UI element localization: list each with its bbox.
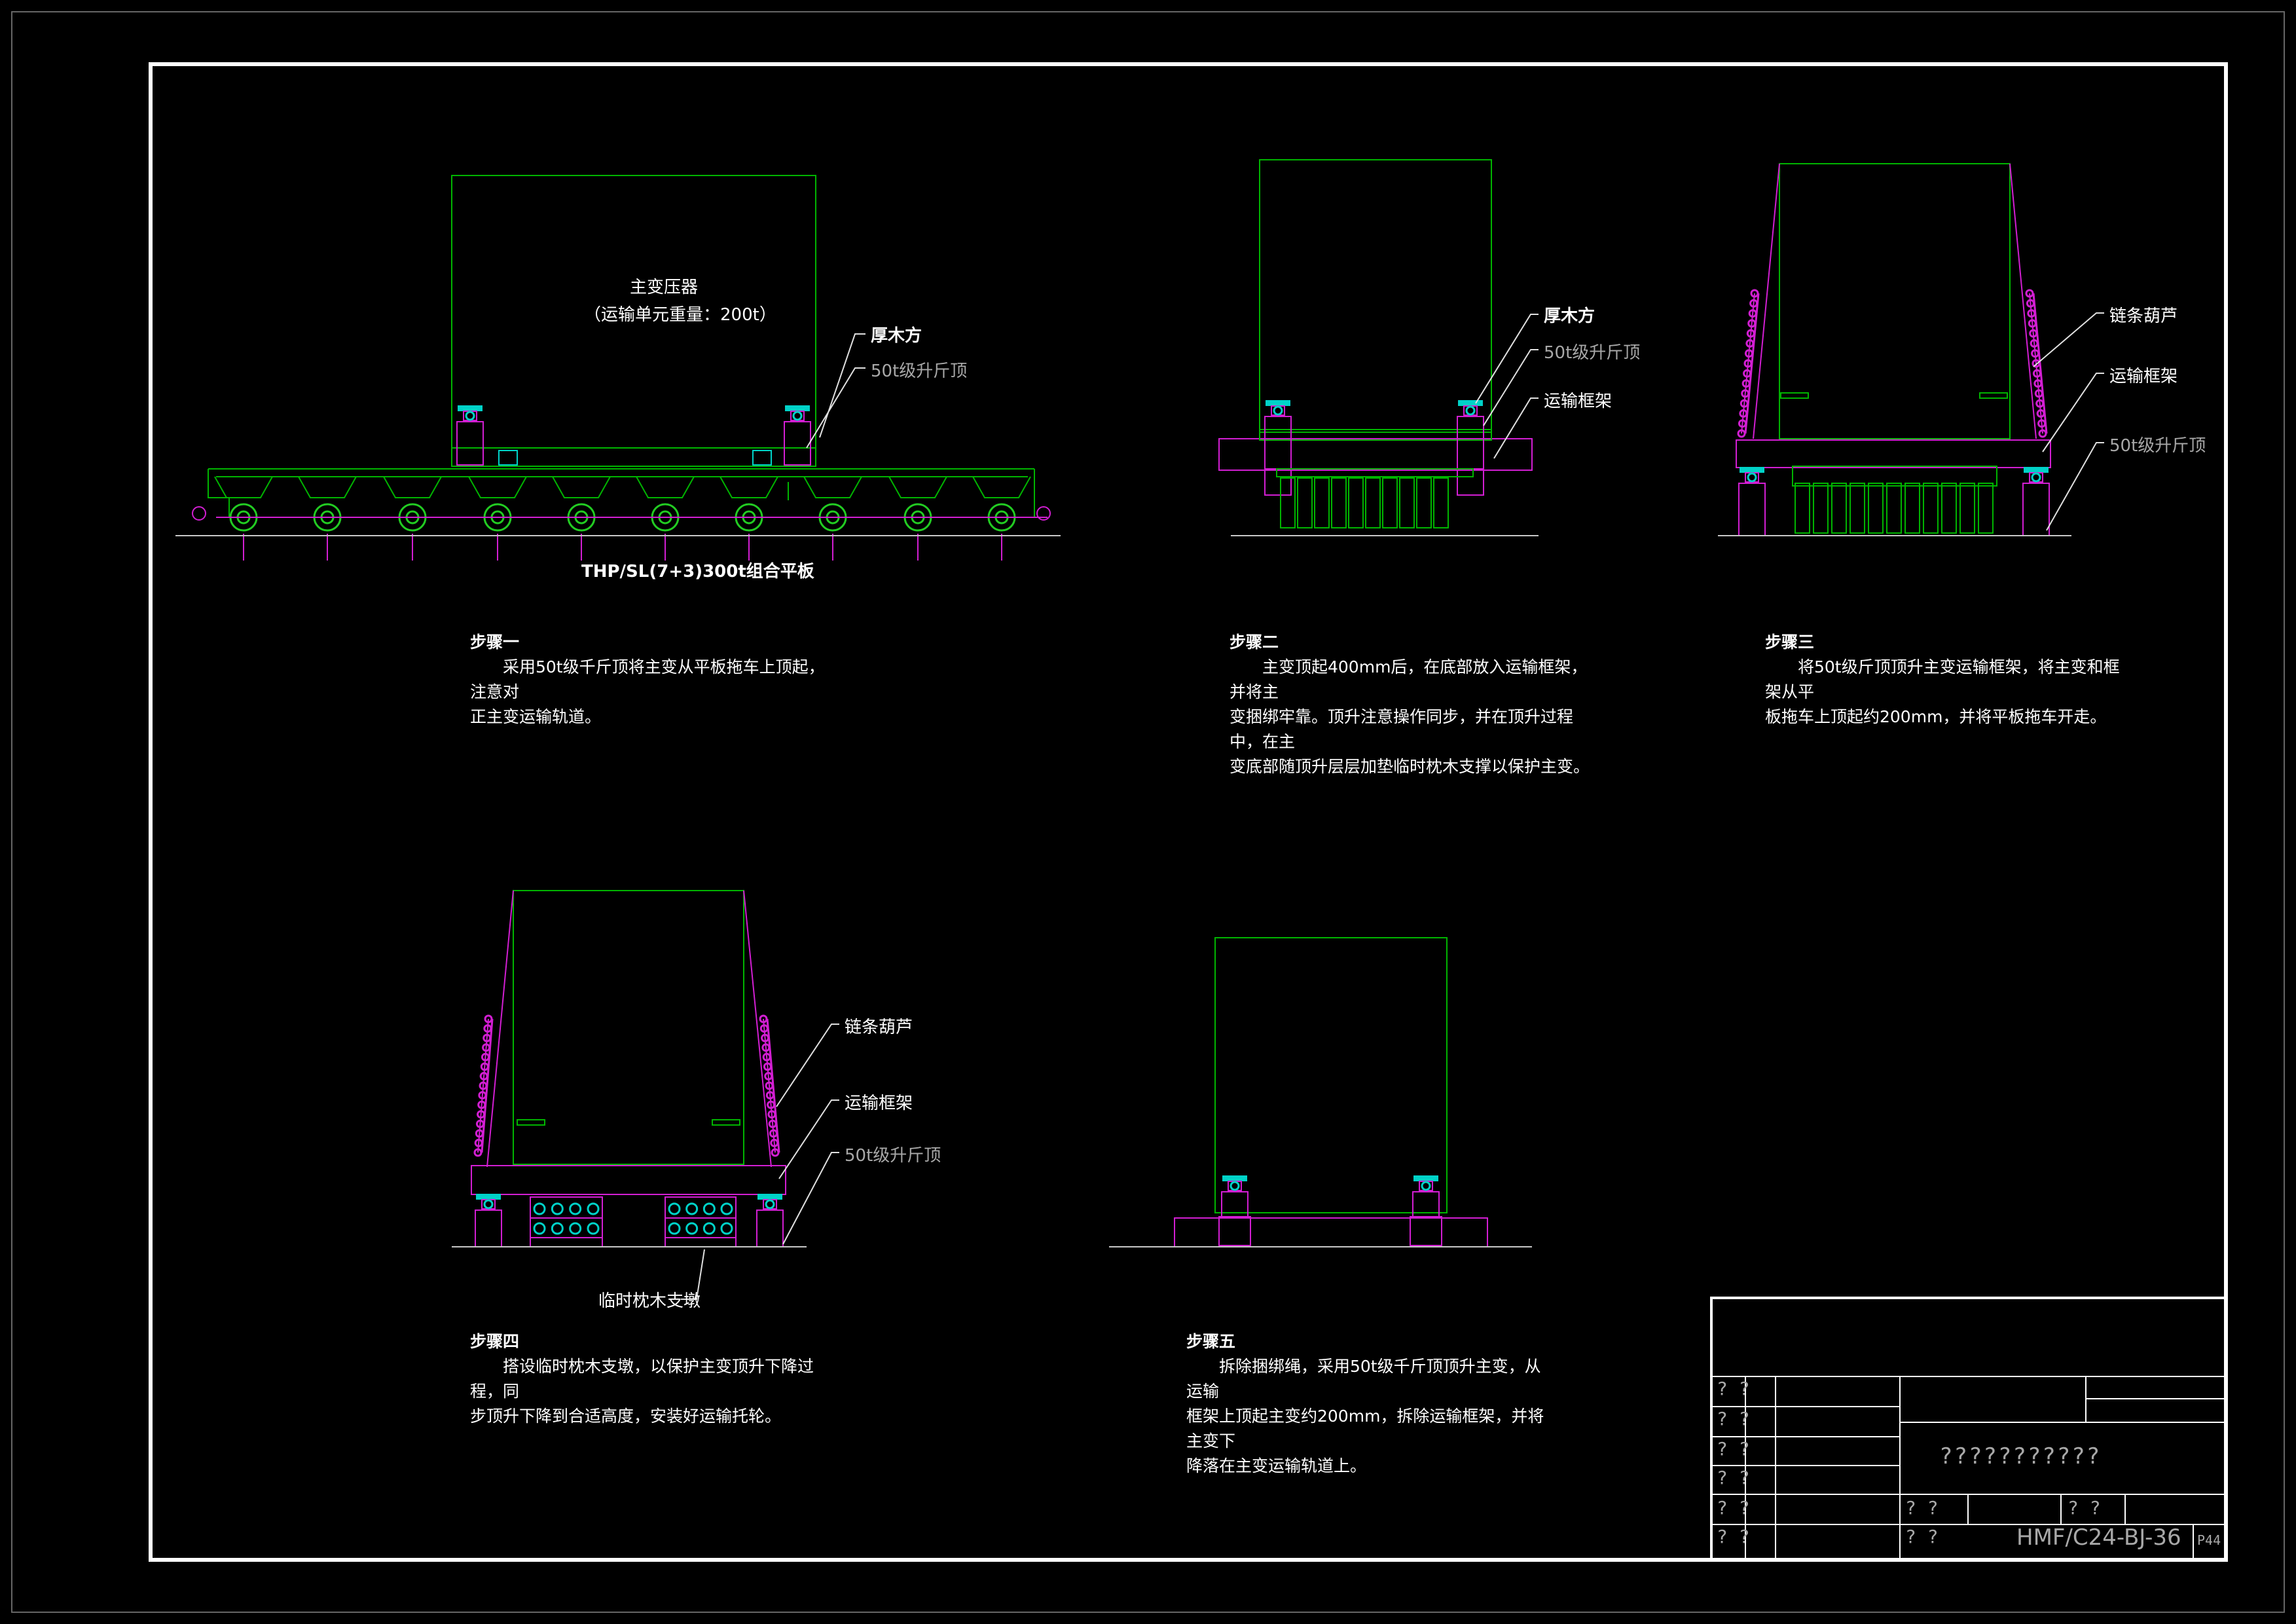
tb-drawing-number: HMF/C24-BJ-36 [2016,1524,2181,1551]
step3-description: 步骤三 将50t级斤顶顶升主变运输框架，将主变和框架从平 板拖车上顶起约200m… [1765,630,2132,729]
jack-cap [458,405,483,411]
jack-cap [1266,400,1290,406]
step4-crib-label: 临时枕木支墩 [598,1291,701,1311]
jack-cap [2024,467,2049,473]
step3-title: 步骤三 [1765,633,1815,652]
jack-cap [476,1194,501,1200]
step4-text: 搭设临时枕木支墩，以保护主变顶升下降过程，同 步顶升下降到合适高度，安装好运输托… [470,1357,814,1426]
tb-mark-a: ? ? [1905,1497,1939,1519]
tb-row-mark-1: ? ? [1717,1378,1750,1399]
jack-cap [757,1194,782,1200]
step3-hoist-label: 链条葫芦 [2109,306,2178,326]
jack-cap [1413,1175,1438,1181]
step1-title: 步骤一 [470,633,520,652]
transformer-weight-label: （运输单元重量：200t） [584,305,776,325]
step3-jack-label: 50t级升斤顶 [2109,436,2206,456]
step4-description: 步骤四 搭设临时枕木支墩，以保护主变顶升下降过程，同 步顶升下降到合适高度，安装… [470,1329,837,1429]
step2-jack-label: 50t级升斤顶 [1544,343,1641,363]
step1-timber-label: 厚木方 [871,326,922,346]
trailer-label: THP/SL(7+3)300t组合平板 [581,562,814,581]
tb-page-number: P44 [2197,1532,2221,1548]
tb-row-mark-3: ? ? [1717,1438,1750,1460]
step4-hoist-label: 链条葫芦 [845,1018,913,1037]
step3-frame-label: 运输框架 [2109,367,2178,386]
step2-title: 步骤二 [1230,633,1279,652]
jack-cap [1458,400,1483,406]
step1-description: 步骤一 采用50t级千斤顶将主变从平板拖车上顶起，注意对 正主变运输轨道。 [470,630,837,729]
step1-text: 采用50t级千斤顶将主变从平板拖车上顶起，注意对 正主变运输轨道。 [470,657,825,726]
jack-cap [785,405,810,411]
step2-timber-label: 厚木方 [1544,306,1595,326]
step1-jack-label: 50t级升斤顶 [871,361,968,381]
step3-text: 将50t级斤顶顶升主变运输框架，将主变和框架从平 板拖车上顶起约200mm，并将… [1765,657,2120,726]
step2-text: 主变顶起400mm后，在底部放入运输框架，并将主 变捆绑牢靠。顶升注意操作同步，… [1230,657,1590,776]
step4-frame-label: 运输框架 [845,1094,913,1113]
jack-cap [1740,467,1764,473]
transformer-name-label: 主变压器 [630,278,699,297]
drawing-sheet [0,0,2296,1624]
tb-row-mark-6: ? ? [1717,1526,1750,1547]
step5-text: 拆除捆绑绳，采用50t级千斤顶顶升主变，从运输 框架上顶起主变约200mm，拆除… [1186,1357,1544,1475]
tb-row-mark-4: ? ? [1717,1467,1750,1488]
step5-description: 步骤五 拆除捆绑绳，采用50t级千斤顶顶升主变，从运输 框架上顶起主变约200m… [1186,1329,1553,1479]
step4-title: 步骤四 [470,1332,520,1351]
step2-frame-label: 运输框架 [1544,392,1613,411]
tb-row-mark-5: ? ? [1717,1497,1750,1519]
step2-description: 步骤二 主变顶起400mm后，在底部放入运输框架，并将主 变捆绑牢靠。顶升注意操… [1230,630,1596,779]
step5-title: 步骤五 [1186,1332,1236,1351]
jack-cap [1222,1175,1247,1181]
tb-mark-b: ? ? [1905,1526,1939,1547]
tb-mark-c: ? ? [2068,1497,2101,1519]
tb-row-mark-2: ? ? [1717,1408,1750,1430]
step4-jack-label: 50t级升斤顶 [845,1146,941,1166]
tb-project-name: ??????????? [1939,1443,2102,1469]
